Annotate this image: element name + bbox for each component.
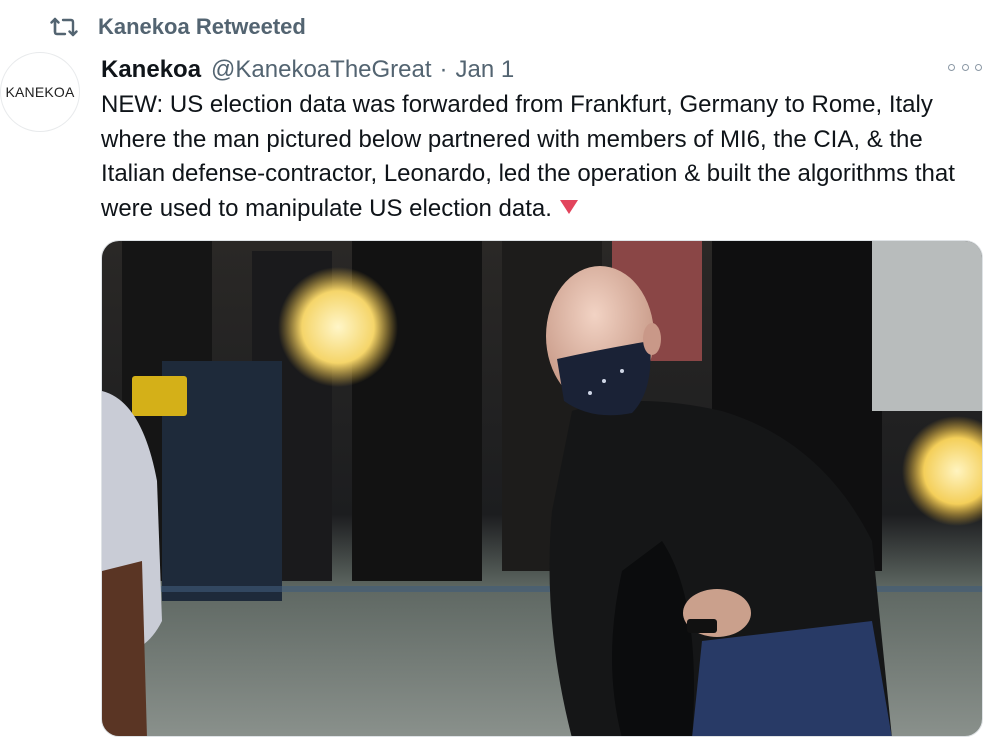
- tweet-text: NEW: US election data was forwarded from…: [101, 88, 981, 226]
- author-name[interactable]: Kanekoa: [101, 56, 201, 84]
- tweet-card[interactable]: Kanekoa Retweeted KANEKOA Kanekoa @Kanek…: [0, 0, 998, 750]
- tweet-date[interactable]: Jan 1: [456, 56, 515, 84]
- avatar-text: KANEKOA: [5, 84, 75, 100]
- retweet-icon: [50, 17, 78, 37]
- more-dot: [975, 63, 982, 71]
- author-handle[interactable]: @KanekoaTheGreat: [211, 56, 432, 84]
- retweet-indicator: Kanekoa Retweeted: [50, 10, 306, 44]
- retweet-label[interactable]: Kanekoa Retweeted: [98, 14, 306, 40]
- more-dot: [948, 63, 955, 71]
- red-triangle-down-icon: [559, 199, 578, 214]
- photo-illustration: [102, 241, 982, 736]
- tweet-text-content: NEW: US election data was forwarded from…: [101, 91, 955, 222]
- header-separator: ·: [439, 56, 448, 83]
- more-options-icon[interactable]: [948, 56, 982, 78]
- tweet-header: Kanekoa @KanekoaTheGreat · Jan 1: [101, 52, 978, 88]
- more-dot: [961, 63, 969, 71]
- tweet-media-photo[interactable]: [101, 240, 983, 737]
- avatar[interactable]: KANEKOA: [0, 52, 80, 132]
